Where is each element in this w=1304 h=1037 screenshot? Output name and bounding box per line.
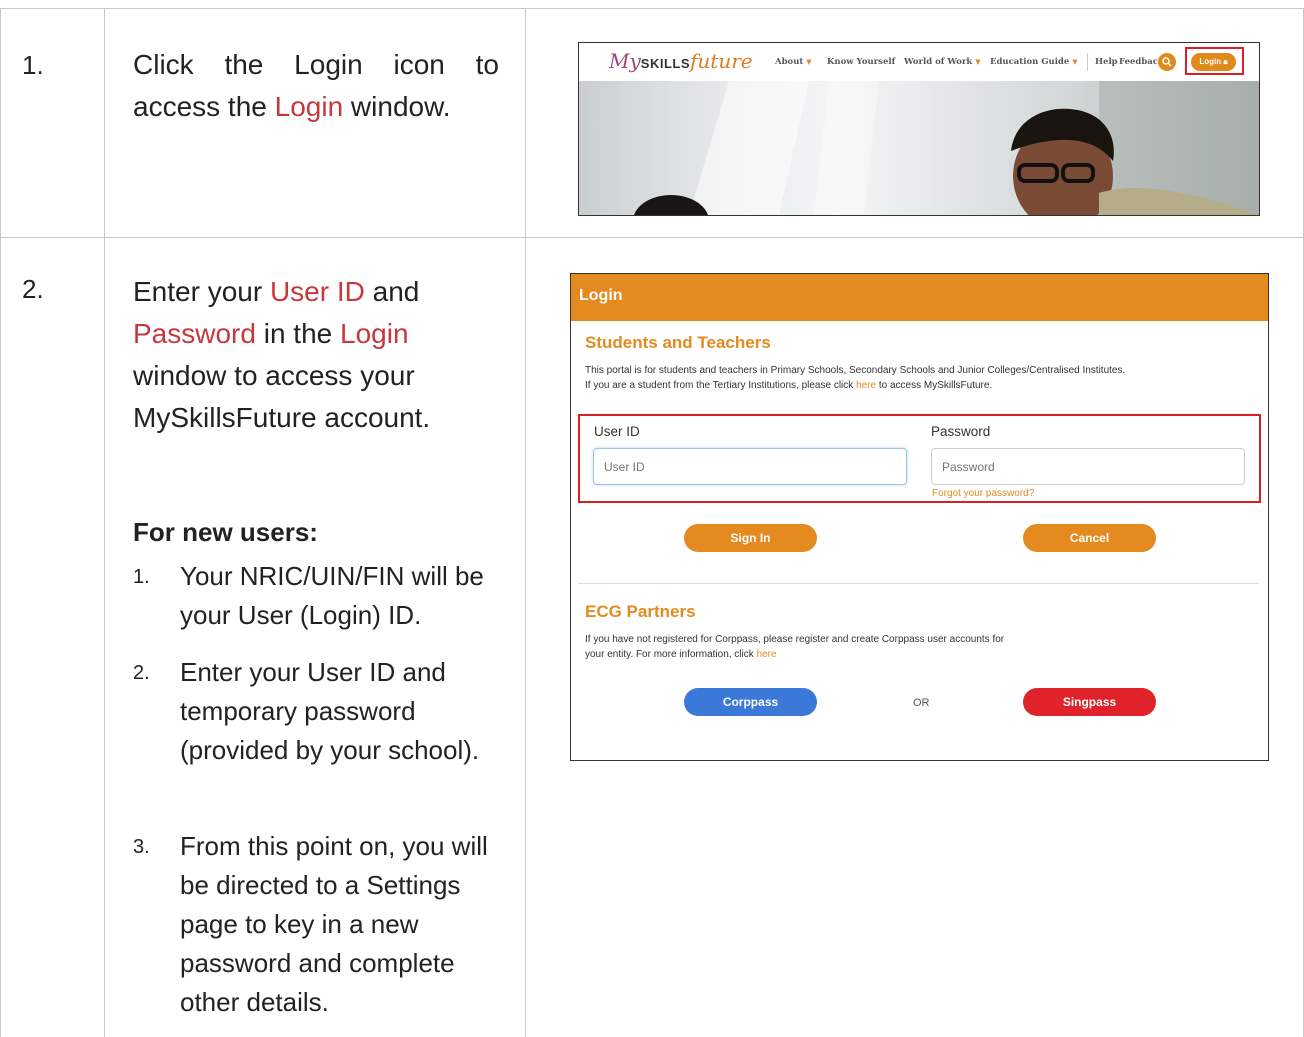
cancel-button[interactable]: Cancel	[1023, 524, 1156, 552]
step-2-line2: Password in the Login	[133, 318, 409, 349]
table-divider-col2	[525, 8, 526, 1037]
highlight-password: Password	[133, 318, 256, 349]
nav-separator	[1087, 53, 1088, 71]
step-1-line1: Click the Login icon to	[133, 49, 499, 80]
highlight-login: Login	[274, 91, 344, 122]
myskillsfuture-logo: MySKILLSfuture	[609, 49, 753, 73]
students-teachers-heading: Students and Teachers	[585, 333, 771, 352]
portal-description: This portal is for students and teachers…	[585, 365, 1126, 391]
highlight-user-id: User ID	[269, 276, 365, 307]
search-icon[interactable]	[1158, 53, 1176, 71]
nav-help[interactable]: Help	[1095, 57, 1118, 67]
section-divider	[578, 583, 1259, 584]
ecg-partners-heading: ECG Partners	[585, 602, 696, 621]
tertiary-here-link[interactable]: here	[856, 380, 876, 391]
step-2-number: 2.	[22, 274, 44, 304]
step-2-line4: MySkillsFuture account.	[133, 402, 431, 433]
step-1-line2: access the Login window.	[133, 91, 451, 122]
table-border-top	[0, 8, 1304, 9]
new-users-heading: For new users:	[133, 517, 318, 547]
step-2-line3: window to access your	[133, 360, 415, 391]
sign-in-button[interactable]: Sign In	[684, 524, 817, 552]
table-divider-col1	[104, 8, 105, 1037]
step-1-instruction: Click the Login icon to access the Login…	[133, 44, 499, 128]
hero-photo-illustration	[634, 81, 1259, 215]
nav-know-yourself[interactable]: Know Yourself	[827, 57, 895, 67]
password-input[interactable]	[931, 448, 1245, 485]
corppass-button[interactable]: Corppass	[684, 688, 817, 716]
highlight-login: Login	[340, 318, 409, 349]
highlight-box-login	[1185, 47, 1244, 75]
step-1-number: 1.	[22, 50, 44, 80]
hero-banner-image	[579, 81, 1259, 215]
step-2-instruction: Enter your User ID and Password in the L…	[133, 271, 513, 439]
singpass-button[interactable]: Singpass	[1023, 688, 1156, 716]
ecg-here-link[interactable]: here	[757, 649, 777, 660]
chevron-down-icon: ▼	[806, 57, 812, 66]
table-border-left	[0, 8, 1, 1037]
ecg-description: If you have not registered for Corppass,…	[585, 634, 1005, 660]
mysf-homepage-screenshot: MySKILLSfuture About ▼ Know Yourself Wor…	[578, 42, 1260, 216]
chevron-down-icon: ▼	[1072, 57, 1078, 66]
chevron-down-icon: ▼	[975, 57, 981, 66]
login-window-screenshot: Login Students and Teachers This portal …	[570, 273, 1269, 761]
password-label: Password	[931, 424, 991, 439]
top-navigation: MySKILLSfuture About ▼ Know Yourself Wor…	[579, 43, 1259, 81]
nav-education-guide[interactable]: Education Guide ▼	[990, 57, 1078, 67]
nav-about[interactable]: About ▼	[775, 57, 812, 67]
user-id-input[interactable]	[593, 448, 907, 485]
or-separator: OR	[913, 697, 930, 709]
step-2-line1: Enter your User ID and	[133, 276, 420, 307]
nav-world-of-work[interactable]: World of Work ▼	[904, 57, 981, 67]
forgot-password-link[interactable]: Forgot your password?	[932, 488, 1034, 499]
login-window-header: Login	[571, 274, 1268, 321]
user-id-label: User ID	[594, 424, 640, 439]
table-row-divider	[0, 237, 1304, 238]
